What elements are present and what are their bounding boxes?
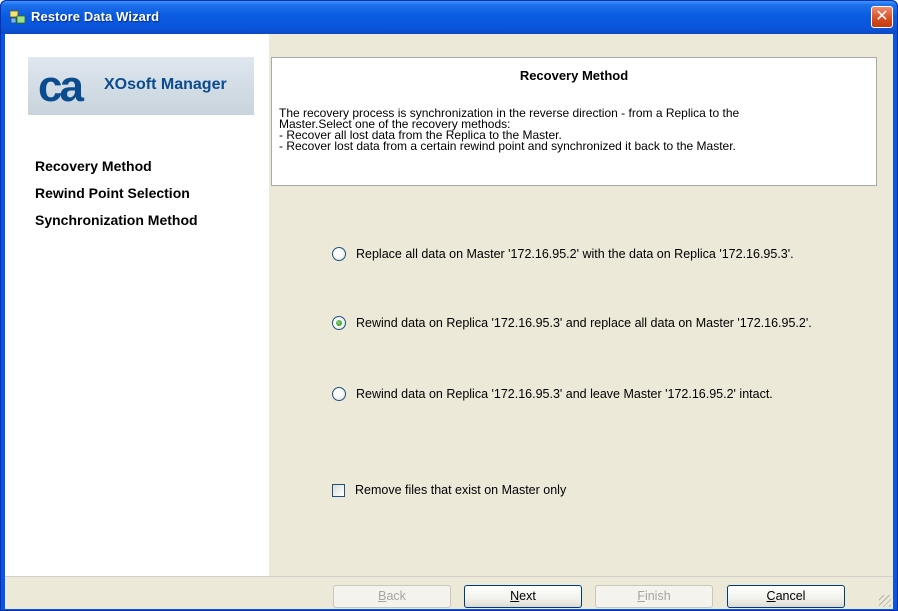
cancel-access-key: C [766, 589, 776, 603]
option-replace-all-data[interactable]: Replace all data on Master '172.16.95.2'… [332, 244, 794, 264]
wizard-client-area: ca XOsoft Manager Recovery Method Rewind… [5, 34, 893, 609]
option-rewind-and-replace[interactable]: Rewind data on Replica '172.16.95.3' and… [332, 313, 812, 333]
next-button[interactable]: Next [464, 585, 582, 608]
title-bar[interactable]: Restore Data Wizard ✕ [1, 1, 897, 34]
remove-files-checkbox-row[interactable]: Remove files that exist on Master only [332, 480, 566, 500]
radio-button-checked[interactable] [332, 316, 346, 330]
recovery-options: Replace all data on Master '172.16.95.2'… [271, 186, 877, 576]
option-rewind-and-leave-master[interactable]: Rewind data on Replica '172.16.95.3' and… [332, 384, 773, 404]
option-label: Rewind data on Replica '172.16.95.3' and… [356, 316, 812, 330]
nav-item-synchronization-method[interactable]: Synchronization Method [35, 212, 198, 239]
cancel-button[interactable]: Cancel [727, 585, 845, 608]
wizard-steps-nav: Recovery Method Rewind Point Selection S… [35, 158, 198, 239]
nav-item-rewind-point-selection[interactable]: Rewind Point Selection [35, 185, 198, 212]
radio-button[interactable] [332, 247, 346, 261]
left-panel: ca XOsoft Manager Recovery Method Rewind… [5, 34, 269, 576]
step-description: The recovery process is synchronization … [279, 107, 869, 153]
step-title: Recovery Method [519, 68, 629, 83]
wizard-window: Restore Data Wizard ✕ ca XOsoft Manager … [0, 0, 898, 611]
remove-files-checkbox[interactable] [332, 483, 345, 497]
ca-logo-text: ca [38, 65, 84, 107]
next-label-rest: ext [519, 589, 536, 603]
ca-logo-icon: ca [38, 65, 87, 107]
cancel-label-rest: ancel [775, 589, 806, 603]
resize-grip-icon[interactable] [879, 595, 891, 607]
back-label-rest: ack [386, 589, 406, 603]
step-header: Recovery Method The recovery process is … [271, 57, 877, 186]
finish-button[interactable]: Finish [595, 585, 713, 608]
app-icon [10, 10, 26, 24]
description-line: - Recover lost data from a certain rewin… [279, 139, 736, 153]
back-button[interactable]: Back [333, 585, 451, 608]
finish-label-rest: inish [644, 589, 671, 603]
radio-button[interactable] [332, 387, 346, 401]
product-name: XOsoft Manager [104, 76, 227, 93]
nav-item-recovery-method[interactable]: Recovery Method [35, 158, 198, 185]
checkbox-label: Remove files that exist on Master only [355, 483, 567, 497]
logo: ca XOsoft Manager [28, 57, 254, 115]
option-label: Rewind data on Replica '172.16.95.3' and… [356, 387, 773, 401]
finish-access-key: F [637, 589, 645, 603]
window-title: Restore Data Wizard [31, 9, 160, 24]
close-button[interactable]: ✕ [871, 6, 893, 28]
button-bar: Back Next Finish Cancel [5, 576, 893, 609]
close-icon: ✕ [875, 8, 889, 25]
next-access-key: N [510, 589, 520, 603]
option-label: Replace all data on Master '172.16.95.2'… [356, 247, 794, 261]
